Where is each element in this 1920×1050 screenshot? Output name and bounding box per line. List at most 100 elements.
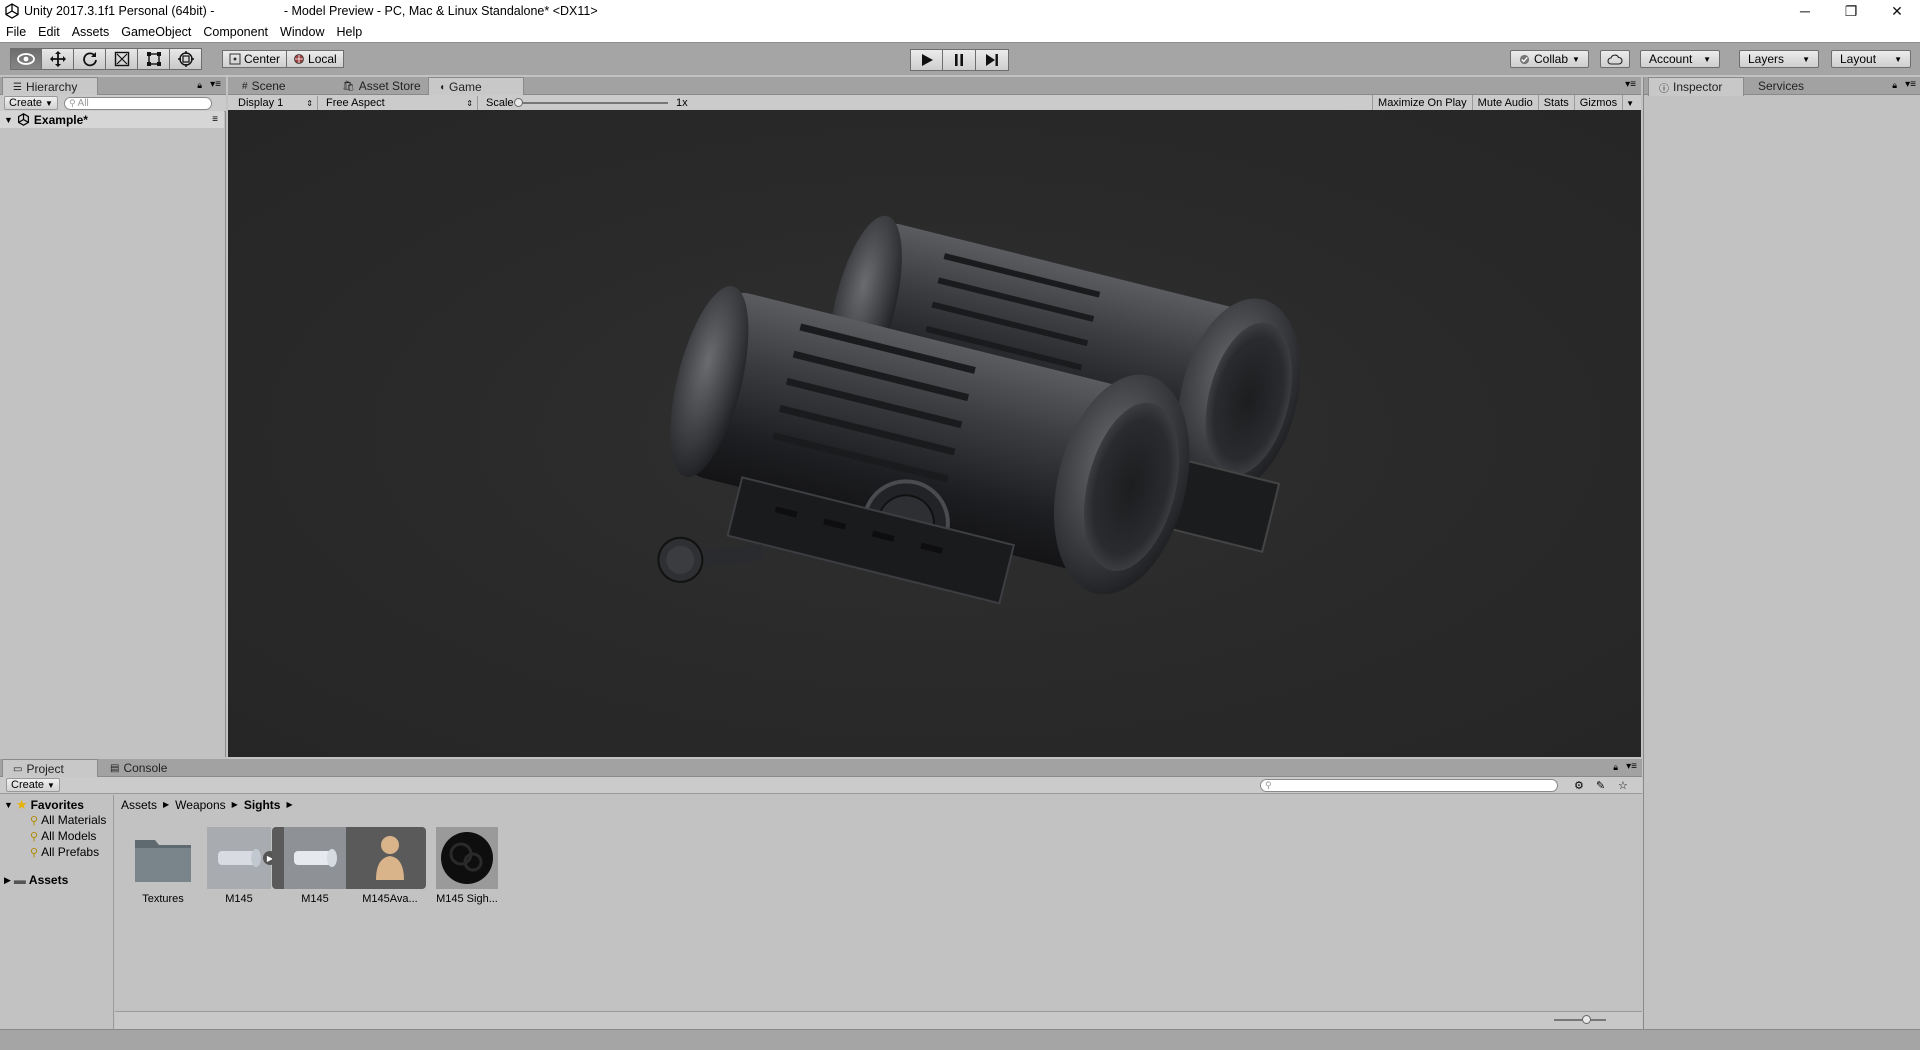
list-icon: ☰ bbox=[13, 81, 22, 93]
project-create-dropdown[interactable]: Create ▼ bbox=[6, 778, 60, 792]
favorite-all-models[interactable]: ⚲ All Models bbox=[30, 829, 96, 843]
pivot-local-button[interactable]: Local bbox=[287, 50, 344, 68]
unity-scene-icon bbox=[17, 113, 29, 126]
title-bar: Unity 2017.3.1f1 Personal (64bit) - - Mo… bbox=[0, 0, 1920, 22]
eye-icon bbox=[17, 53, 35, 65]
layout-dropdown[interactable]: Layout ▼ bbox=[1831, 50, 1911, 68]
menu-file[interactable]: File bbox=[0, 22, 32, 42]
thumbnail-size-slider[interactable] bbox=[1554, 1015, 1606, 1024]
thumbnail-size-thumb[interactable] bbox=[1582, 1015, 1591, 1024]
maximize-on-play-toggle[interactable]: Maximize On Play bbox=[1372, 94, 1472, 112]
hierarchy-create-dropdown[interactable]: Create ▼ bbox=[4, 96, 58, 110]
tab-inspector[interactable]: ⓘ Inspector bbox=[1648, 77, 1744, 96]
rect-icon bbox=[146, 52, 161, 66]
favorites-item[interactable]: ▼ ★ Favorites bbox=[4, 797, 84, 813]
lock-icon[interactable]: 🔒︎ bbox=[197, 80, 202, 91]
asset-m145-avatar[interactable]: M145Ava... bbox=[355, 827, 425, 905]
expand-triangle-icon[interactable]: ▼ bbox=[4, 800, 13, 810]
game-canvas[interactable] bbox=[228, 110, 1641, 757]
chevron-down-icon: ▼ bbox=[1703, 54, 1711, 64]
menu-edit[interactable]: Edit bbox=[32, 22, 66, 42]
menu-component[interactable]: Component bbox=[197, 22, 274, 42]
menu-window[interactable]: Window bbox=[274, 22, 330, 42]
asset-label: M145 bbox=[301, 893, 329, 905]
gizmos-toggle[interactable]: Gizmos bbox=[1573, 94, 1622, 112]
filter-by-label-icon[interactable]: ✎ bbox=[1596, 779, 1605, 792]
scale-slider-thumb[interactable] bbox=[514, 98, 523, 107]
scene-tab-label: Scene bbox=[251, 79, 286, 93]
panel-menu-icon[interactable]: ▾≡ bbox=[1626, 761, 1637, 772]
tab-hierarchy[interactable]: ☰ Hierarchy bbox=[2, 77, 98, 96]
project-tree: ▼ ★ Favorites ⚲ All Materials ⚲ All Mode… bbox=[0, 795, 114, 1029]
scene-menu-icon[interactable]: ≡ bbox=[212, 114, 218, 125]
assets-root-item[interactable]: ▶ ▬ Assets bbox=[4, 873, 68, 887]
favorite-all-materials[interactable]: ⚲ All Materials bbox=[30, 813, 106, 827]
mute-audio-toggle[interactable]: Mute Audio bbox=[1471, 94, 1538, 112]
breadcrumb-sights[interactable]: Sights bbox=[244, 798, 281, 812]
stats-toggle[interactable]: Stats bbox=[1537, 94, 1574, 112]
store-icon: 🛍︎ bbox=[342, 80, 355, 92]
favorite-all-prefabs[interactable]: ⚲ All Prefabs bbox=[30, 845, 99, 859]
panel-menu-icon[interactable]: ▾≡ bbox=[1625, 79, 1636, 90]
chevron-down-icon[interactable]: ▼ bbox=[1622, 94, 1637, 112]
menu-help[interactable]: Help bbox=[330, 22, 368, 42]
center-pivot-icon bbox=[229, 53, 241, 65]
lock-icon[interactable]: 🔒︎ bbox=[1892, 80, 1897, 91]
filter-by-type-icon[interactable]: ⚙ bbox=[1574, 779, 1584, 792]
scale-slider[interactable] bbox=[514, 98, 668, 107]
rect-tool-button[interactable] bbox=[138, 48, 170, 70]
panel-menu-icon[interactable]: ▾≡ bbox=[1905, 79, 1916, 90]
layers-dropdown[interactable]: Layers ▼ bbox=[1739, 50, 1819, 68]
display-dropdown[interactable]: Display 1 ⇕ bbox=[234, 95, 318, 111]
close-button[interactable]: ✕ bbox=[1874, 0, 1920, 22]
expand-triangle-icon[interactable]: ▶ bbox=[4, 875, 11, 886]
minimize-button[interactable]: ─ bbox=[1782, 0, 1828, 22]
avatar-icon bbox=[376, 836, 404, 880]
scale-icon bbox=[114, 51, 129, 67]
step-icon bbox=[986, 54, 998, 66]
grid-icon: # bbox=[242, 80, 248, 92]
favorite-star-icon[interactable]: ☆ bbox=[1618, 779, 1628, 792]
asset-m145-mesh[interactable]: M145 bbox=[280, 827, 350, 905]
tab-scene[interactable]: # Scene bbox=[232, 77, 296, 95]
tab-services[interactable]: Services bbox=[1748, 77, 1814, 95]
asset-m145-sight-material[interactable]: M145 Sigh... bbox=[432, 827, 502, 905]
transform-tool-button[interactable] bbox=[170, 48, 202, 70]
step-button[interactable] bbox=[976, 49, 1009, 71]
tab-project[interactable]: ▭ Project bbox=[2, 759, 98, 778]
breadcrumb-separator-icon: ▶ bbox=[286, 800, 293, 809]
asset-textures-folder[interactable]: Textures bbox=[128, 827, 198, 905]
asset-m145-model[interactable]: ▶ M145 bbox=[204, 827, 277, 905]
chevron-down-icon: ▼ bbox=[1572, 54, 1580, 64]
breadcrumb-assets[interactable]: Assets bbox=[121, 798, 157, 812]
breadcrumb-weapons[interactable]: Weapons bbox=[175, 798, 225, 812]
tab-asset-store[interactable]: 🛍︎ Asset Store bbox=[332, 77, 431, 95]
folder-icon: ▬ bbox=[13, 873, 26, 887]
project-footer bbox=[115, 1011, 1642, 1029]
scene-row[interactable]: ▼ Example* ≡ bbox=[0, 111, 224, 128]
lock-icon[interactable]: 🔒︎ bbox=[1613, 762, 1618, 773]
rotate-icon bbox=[82, 52, 97, 67]
expand-triangle-icon[interactable]: ▼ bbox=[4, 115, 13, 125]
rotate-tool-button[interactable] bbox=[74, 48, 106, 70]
menu-gameobject[interactable]: GameObject bbox=[115, 22, 197, 42]
aspect-dropdown[interactable]: Free Aspect ⇕ bbox=[322, 95, 478, 111]
pivot-center-button[interactable]: Center bbox=[222, 50, 288, 68]
move-tool-button[interactable] bbox=[42, 48, 74, 70]
project-search-input[interactable]: ⚲ bbox=[1260, 778, 1558, 792]
menu-assets[interactable]: Assets bbox=[66, 22, 116, 42]
restore-button[interactable]: ❐ bbox=[1828, 0, 1874, 22]
inspector-tabbar: ⓘ Inspector Services 🔒︎ ▾≡ bbox=[1644, 77, 1920, 96]
pause-button[interactable] bbox=[943, 49, 976, 71]
panel-menu-icon[interactable]: ▾≡ bbox=[210, 79, 221, 90]
scale-tool-button[interactable] bbox=[106, 48, 138, 70]
collab-dropdown[interactable]: Collab ▼ bbox=[1510, 50, 1589, 68]
view-tool-button[interactable] bbox=[10, 48, 42, 70]
cloud-button[interactable] bbox=[1600, 50, 1630, 68]
hierarchy-search-input[interactable]: ⚲ All bbox=[63, 96, 212, 110]
account-dropdown[interactable]: Account ▼ bbox=[1640, 50, 1720, 68]
tab-game[interactable]: ◖ Game bbox=[428, 77, 524, 96]
play-button[interactable] bbox=[910, 49, 943, 71]
project-panel: ▭ Project ▤ Console 🔒︎ ▾≡ Create ▼ ⚲ ⚙ ✎… bbox=[0, 759, 1642, 1029]
tab-console[interactable]: ▤ Console bbox=[100, 759, 177, 777]
